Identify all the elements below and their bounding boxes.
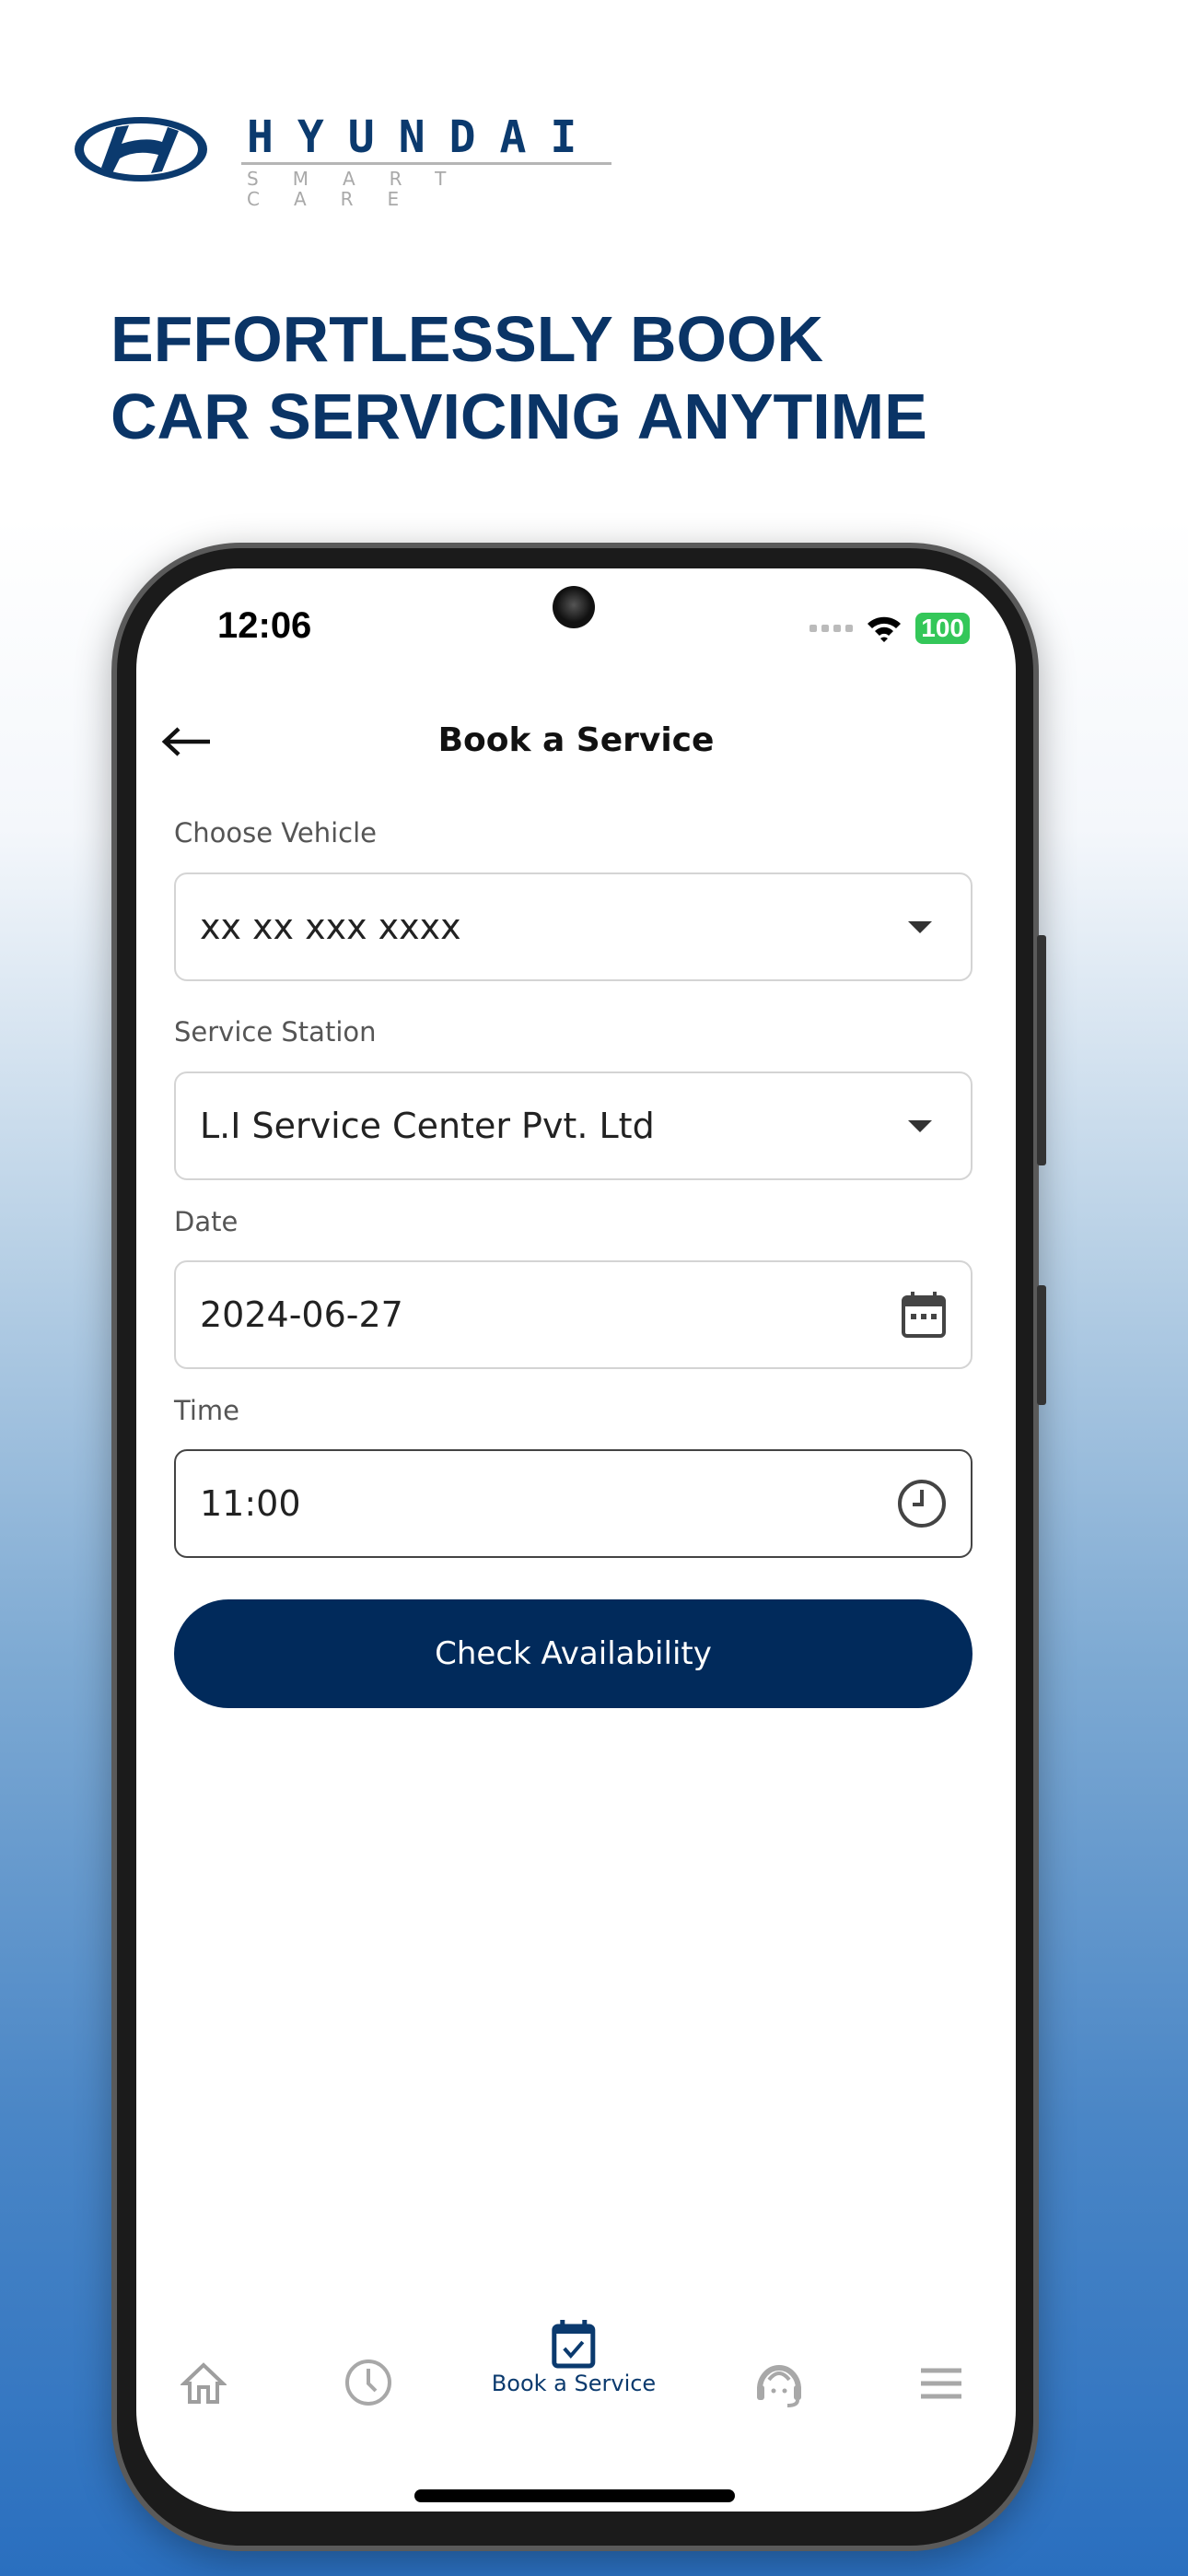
check-availability-button[interactable]: Check Availability: [174, 1599, 973, 1708]
station-select[interactable]: L.I Service Center Pvt. Ltd: [174, 1071, 973, 1180]
nav-book-service[interactable]: Book a Service: [492, 2319, 656, 2396]
home-indicator[interactable]: [414, 2489, 735, 2502]
headline-line-1: EFFORTLESSLY BOOK: [111, 303, 823, 375]
vehicle-value: xx xx xxx xxxx: [200, 907, 461, 947]
station-value: L.I Service Center Pvt. Ltd: [200, 1106, 655, 1146]
brand-name: HYUNDAI: [247, 111, 601, 163]
check-availability-label: Check Availability: [435, 1635, 712, 1672]
status-icons: 100: [809, 613, 970, 644]
vehicle-label: Choose Vehicle: [174, 817, 377, 849]
nav-book-service-label: Book a Service: [491, 2371, 657, 2396]
calendar-check-icon: [552, 2320, 596, 2369]
history-clock-icon: [345, 2359, 391, 2406]
headline-line-2: CAR SERVICING ANYTIME: [111, 381, 927, 452]
chevron-down-icon: [908, 1119, 932, 1132]
nav-menu[interactable]: [919, 2367, 963, 2400]
status-time: 12:06: [217, 605, 312, 646]
clock-icon[interactable]: [897, 1479, 947, 1528]
promo-headline: EFFORTLESSLY BOOK CAR SERVICING ANYTIME: [111, 300, 927, 455]
time-value: 11:00: [200, 1483, 301, 1524]
vehicle-select[interactable]: xx xx xxx xxxx: [174, 872, 973, 981]
signal-icon: [809, 625, 854, 632]
support-agent-icon: [757, 2365, 801, 2407]
home-icon: [181, 2362, 227, 2404]
brand-wordmark: HYUNDAI SMART CARE: [241, 111, 611, 210]
time-label: Time: [174, 1395, 239, 1426]
side-button: [1037, 935, 1046, 1165]
page-title: Book a Service: [437, 721, 715, 759]
nav-history[interactable]: [344, 2358, 393, 2407]
nav-support[interactable]: [754, 2359, 804, 2409]
front-camera: [553, 586, 595, 628]
station-label: Service Station: [174, 1016, 377, 1048]
battery-indicator: 100: [915, 613, 970, 644]
bottom-nav: Book a Service: [136, 2319, 1016, 2430]
menu-icon: [921, 2368, 961, 2399]
calendar-icon[interactable]: [901, 1290, 947, 1340]
time-field[interactable]: 11:00: [174, 1449, 973, 1558]
chevron-down-icon: [908, 920, 932, 933]
side-button: [1037, 1285, 1046, 1405]
brand-tagline: SMART CARE: [247, 168, 481, 210]
nav-home[interactable]: [181, 2361, 227, 2406]
app-screen: 12:06 100 Book a Service Choose Vehicle …: [136, 568, 1016, 2512]
date-label: Date: [174, 1206, 239, 1237]
wifi-icon: [868, 616, 902, 642]
hyundai-logo: [75, 117, 207, 181]
date-field[interactable]: 2024-06-27: [174, 1260, 973, 1369]
date-value: 2024-06-27: [200, 1294, 403, 1335]
